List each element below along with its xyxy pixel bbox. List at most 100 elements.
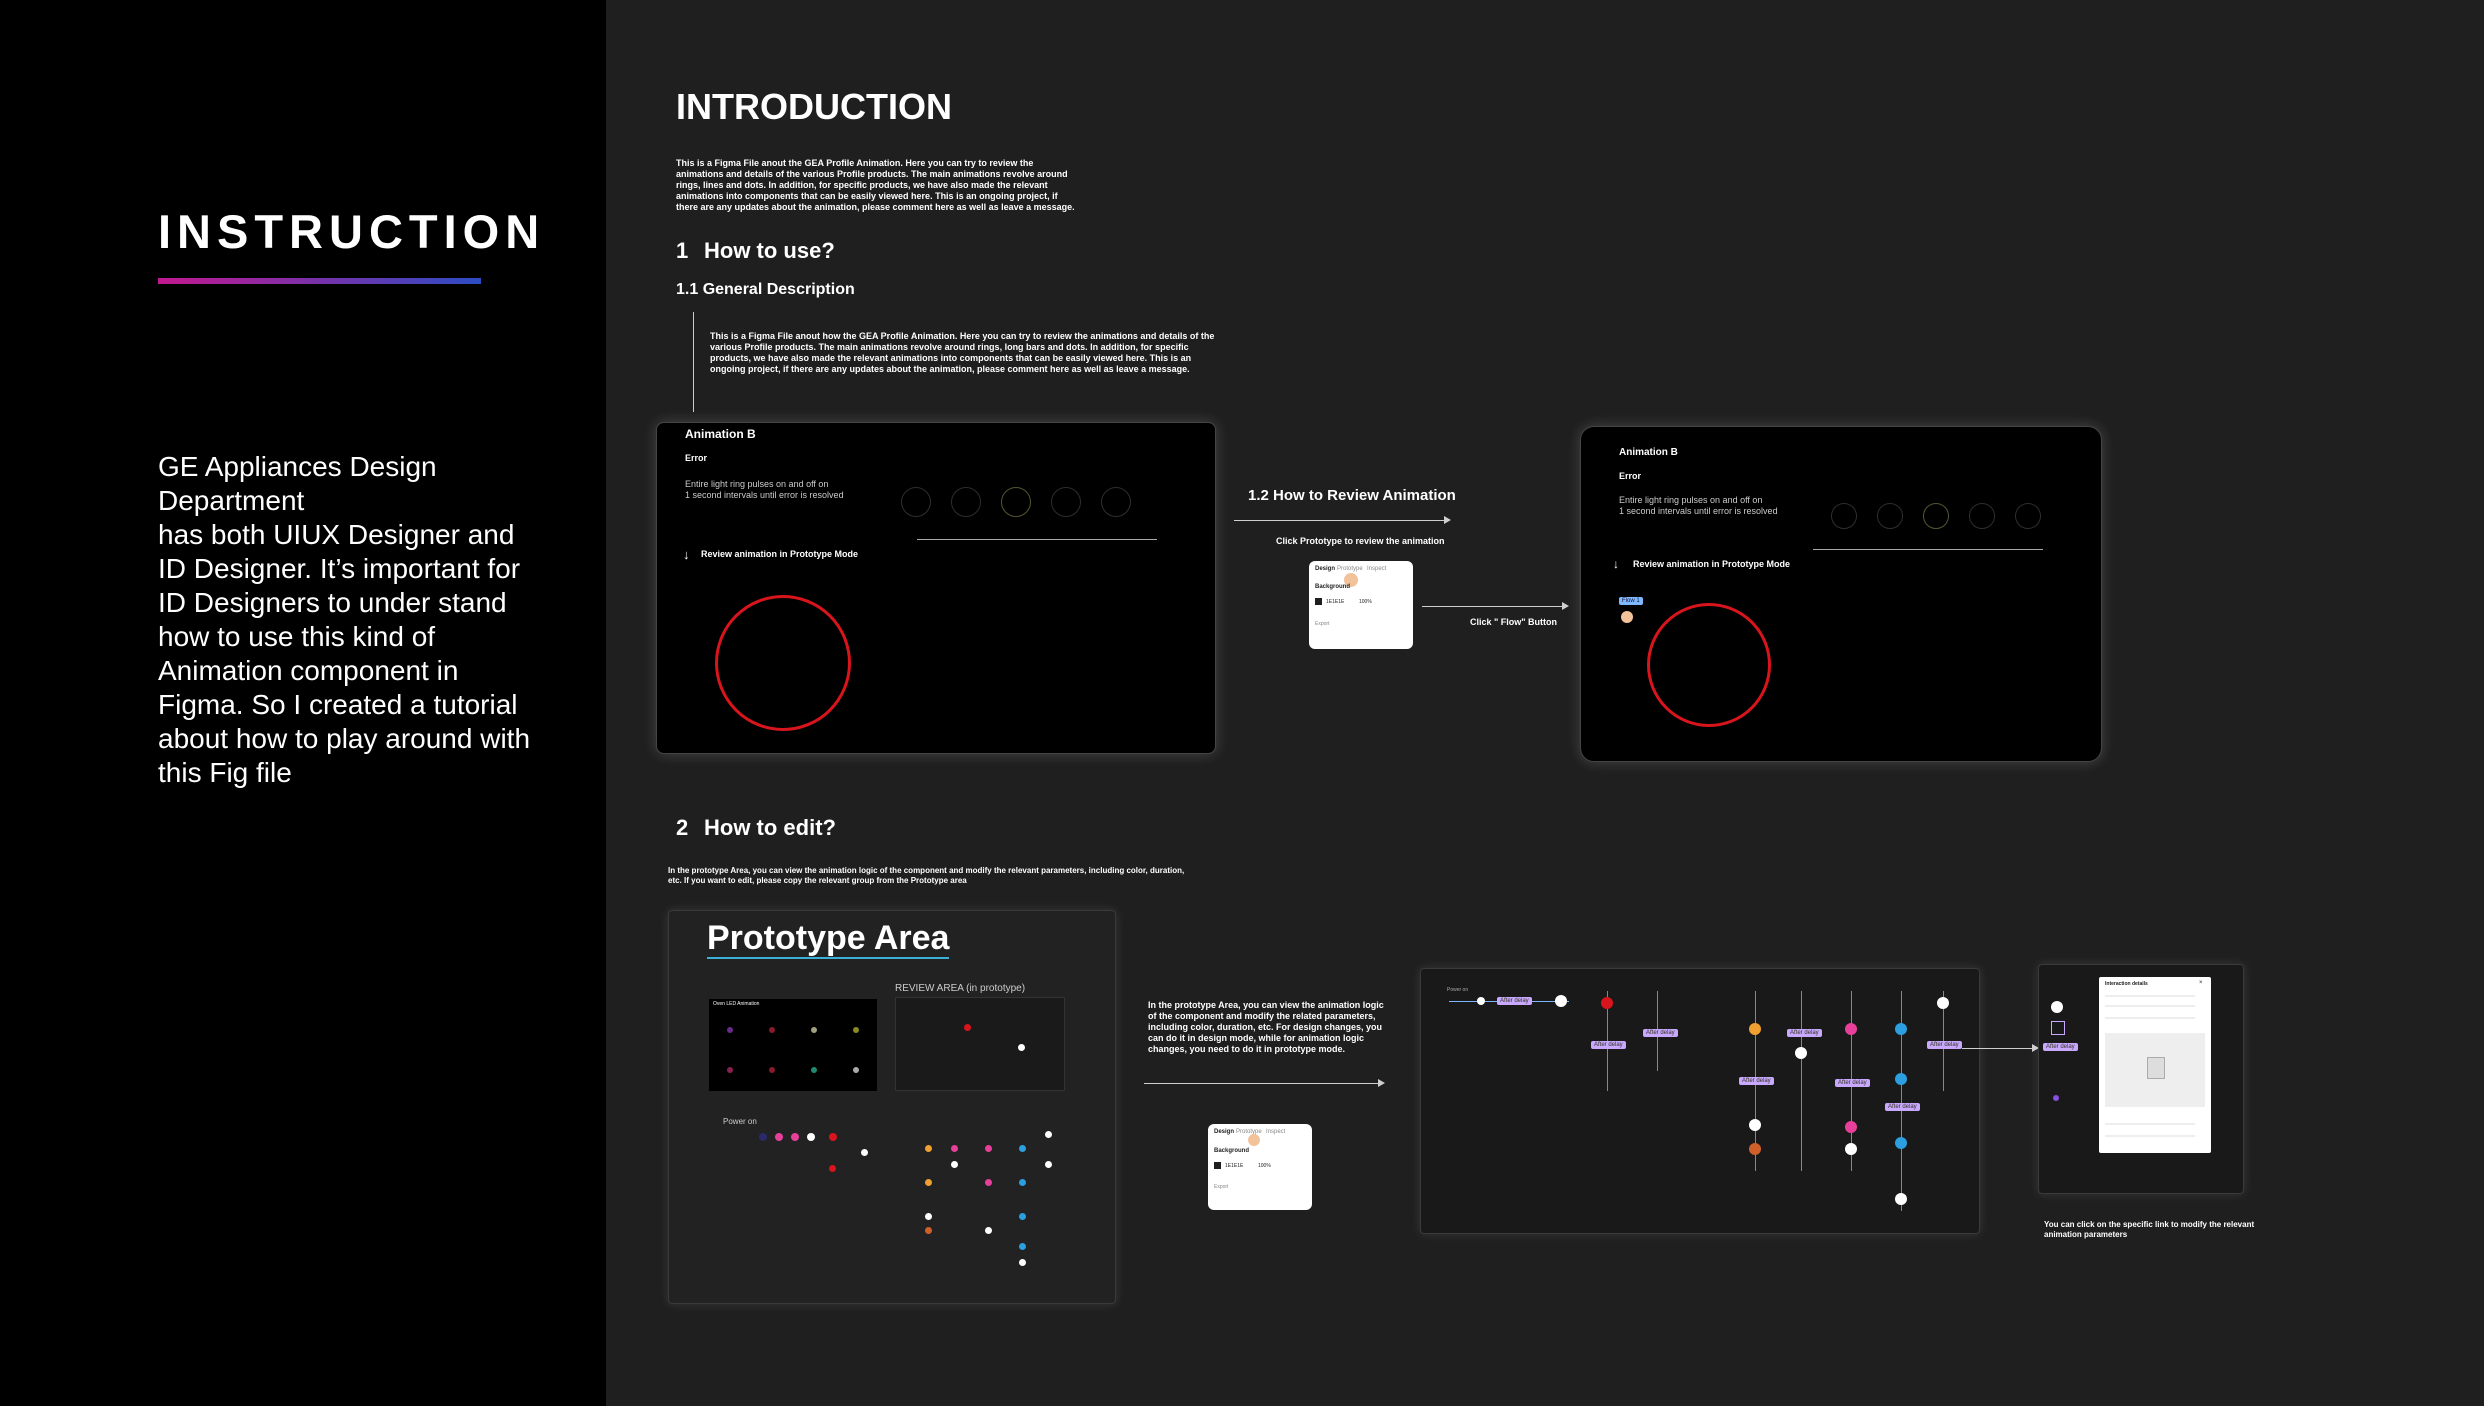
flow-dot bbox=[951, 1161, 958, 1168]
interaction-details-card[interactable]: Interaction details × bbox=[2099, 977, 2211, 1153]
flow-dot bbox=[1795, 1047, 1807, 1059]
after-delay-tag[interactable]: After delay bbox=[1739, 1077, 1774, 1085]
flow-dot bbox=[1845, 1023, 1857, 1035]
color-opacity[interactable]: 100% bbox=[1258, 1163, 1271, 1169]
after-delay-tag[interactable]: After delay bbox=[2043, 1043, 2078, 1051]
flow-dot bbox=[1749, 1119, 1761, 1131]
flow-dot bbox=[1749, 1023, 1761, 1035]
review-area-frame bbox=[895, 997, 1065, 1091]
led-dot bbox=[769, 1067, 775, 1073]
power-dot bbox=[807, 1133, 815, 1141]
row-divider bbox=[2105, 995, 2195, 997]
led-dot bbox=[811, 1067, 817, 1073]
section1-subtitle: 1.1 General Description bbox=[676, 281, 855, 298]
flow-dot bbox=[1045, 1161, 1052, 1168]
prototype-flow-panel[interactable]: Power on After delay After delay After d… bbox=[1420, 968, 1980, 1234]
flow-dot bbox=[2051, 1001, 2063, 1013]
flow-button[interactable]: Flow 1 bbox=[1619, 597, 1643, 605]
led-dot bbox=[727, 1027, 733, 1033]
tab-prototype[interactable]: Prototype bbox=[1236, 1129, 1262, 1135]
mini-ring bbox=[1001, 487, 1031, 517]
flow-dot bbox=[1019, 1179, 1026, 1186]
after-delay-tag[interactable]: After delay bbox=[1927, 1041, 1962, 1049]
review-label[interactable]: Review animation in Prototype Mode bbox=[701, 549, 858, 559]
mini-ring bbox=[1969, 503, 1995, 529]
color-swatch[interactable] bbox=[1315, 598, 1322, 605]
mini-ring bbox=[901, 487, 931, 517]
power-on-label-small: Power on bbox=[1447, 987, 1469, 993]
error-light-ring bbox=[715, 595, 851, 731]
timeline bbox=[917, 539, 1157, 540]
led-dot bbox=[853, 1027, 859, 1033]
led-dot bbox=[769, 1027, 775, 1033]
tab-inspect[interactable]: Inspect bbox=[1367, 566, 1386, 572]
review-label[interactable]: Review animation in Prototype Mode bbox=[1633, 559, 1790, 569]
section2-title: How to edit? bbox=[704, 815, 836, 840]
panel-state: Error bbox=[1619, 471, 1642, 481]
close-icon[interactable]: × bbox=[2199, 980, 2203, 986]
row-divider bbox=[2105, 1123, 2195, 1125]
flow-dot bbox=[1895, 1137, 1907, 1149]
flow-dot bbox=[1019, 1145, 1026, 1152]
power-dot bbox=[829, 1133, 837, 1141]
review-area-label: REVIEW AREA (in prototype) bbox=[895, 983, 1026, 994]
power-dot bbox=[829, 1165, 836, 1172]
intro-text: This is a Figma File anout the GEA Profi… bbox=[676, 158, 1075, 212]
color-hex[interactable]: 1E1E1E bbox=[1326, 599, 1344, 605]
color-swatch[interactable] bbox=[1214, 1162, 1221, 1169]
tab-design[interactable]: Design bbox=[1315, 566, 1335, 572]
link-note: You can click on the specific link to mo… bbox=[2044, 1220, 2255, 1239]
animation-b-panel-right[interactable]: Animation B Error Entire light ring puls… bbox=[1580, 426, 2102, 762]
flow-dot bbox=[951, 1145, 958, 1152]
color-opacity[interactable]: 100% bbox=[1359, 599, 1372, 605]
flow-dot bbox=[925, 1179, 932, 1186]
after-delay-tag[interactable]: After delay bbox=[1787, 1029, 1822, 1037]
tab-inspect[interactable]: Inspect bbox=[1266, 1129, 1285, 1135]
panel-state: Error bbox=[685, 453, 708, 463]
tab-prototype[interactable]: Prototype bbox=[1337, 566, 1363, 572]
row-divider bbox=[2105, 1135, 2195, 1137]
led-dot bbox=[853, 1067, 859, 1073]
flow-dot bbox=[925, 1145, 932, 1152]
flow-dot bbox=[1477, 997, 1485, 1005]
arrow-line bbox=[1422, 606, 1562, 607]
flow-dot bbox=[985, 1145, 992, 1152]
flow-dot bbox=[1895, 1023, 1907, 1035]
arrow-head-icon bbox=[1562, 602, 1569, 610]
flow-dot bbox=[1019, 1259, 1026, 1266]
arrow-line bbox=[1144, 1083, 1378, 1084]
power-dot bbox=[861, 1149, 868, 1156]
pointer-hand-icon bbox=[1621, 611, 1633, 623]
design-panel-card-2[interactable]: Design Prototype Inspect Background 1E1E… bbox=[1208, 1124, 1312, 1210]
led-dot bbox=[727, 1067, 733, 1073]
after-delay-tag[interactable]: After delay bbox=[1643, 1029, 1678, 1037]
section2-number: 2 bbox=[676, 815, 689, 840]
after-delay-tag[interactable]: After delay bbox=[1497, 997, 1532, 1005]
flow-dot bbox=[1895, 1073, 1907, 1085]
prototype-area-title: Prototype Area bbox=[707, 919, 950, 959]
after-delay-tag[interactable]: After delay bbox=[1885, 1103, 1920, 1111]
review-title: 1.2 How to Review Animation bbox=[1248, 487, 1456, 504]
selection-box bbox=[2051, 1021, 2065, 1035]
tab-design[interactable]: Design bbox=[1214, 1129, 1234, 1135]
interaction-details-frame[interactable]: After delay Interaction details × bbox=[2038, 964, 2244, 1194]
flow-dot bbox=[925, 1227, 932, 1234]
review-dot bbox=[964, 1024, 971, 1031]
flow-dot bbox=[925, 1213, 932, 1220]
main-canvas: INTRODUCTION This is a Figma File anout … bbox=[606, 0, 2484, 1406]
design-panel-card[interactable]: Design Prototype Inspect Background 1E1E… bbox=[1309, 561, 1413, 649]
arrow-head-icon bbox=[1378, 1079, 1385, 1087]
after-delay-tag[interactable]: After delay bbox=[1591, 1041, 1626, 1049]
export-label: Export bbox=[1214, 1184, 1229, 1190]
animation-b-panel-left[interactable]: Animation B Error Entire light ring puls… bbox=[656, 422, 1216, 754]
section2-description: In the prototype Area, you can view the … bbox=[668, 866, 1185, 885]
prototype-area-panel[interactable]: Prototype Area Oven LED Animation REVIEW… bbox=[668, 910, 1116, 1304]
preview-icon bbox=[2147, 1057, 2165, 1079]
color-hex[interactable]: 1E1E1E bbox=[1225, 1163, 1243, 1169]
after-delay-tag[interactable]: After delay bbox=[1835, 1079, 1870, 1087]
power-dot bbox=[759, 1133, 767, 1141]
row-divider bbox=[2105, 1005, 2195, 1007]
arrow-down-icon: ↓ bbox=[1613, 557, 1619, 571]
flow-dot bbox=[985, 1227, 992, 1234]
flow-dot bbox=[1045, 1131, 1052, 1138]
